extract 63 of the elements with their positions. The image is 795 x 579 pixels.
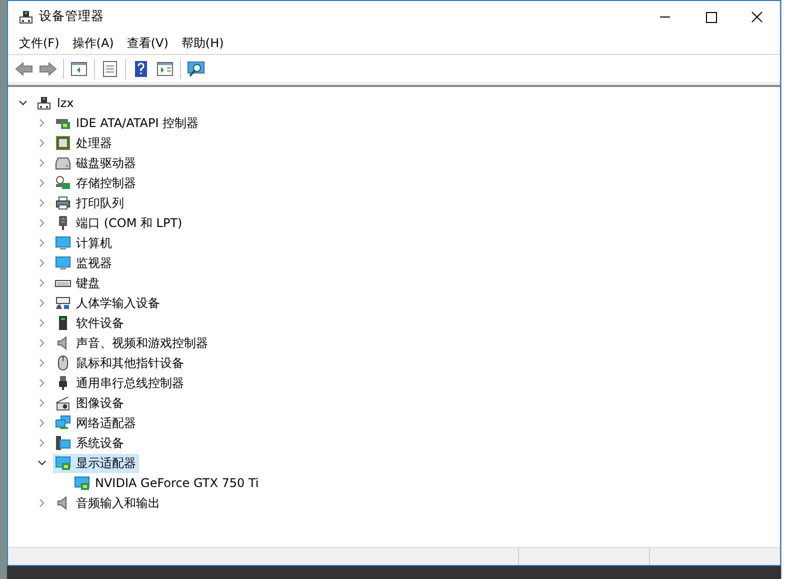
tree-item[interactable]: 键盘 [53,274,103,292]
expand-chevron-icon[interactable] [37,498,47,508]
tree-item[interactable]: 声音、视频和游戏控制器 [53,334,211,352]
tree-item[interactable]: 人体学输入设备 [53,294,163,312]
expand-chevron-icon[interactable] [37,338,47,348]
camera-icon [55,395,71,411]
collapse-chevron-icon[interactable] [18,98,28,108]
tree-item[interactable]: 图像设备 [53,394,127,412]
expand-chevron-icon[interactable] [37,178,47,188]
menu-item[interactable]: 操作(A) [67,32,119,54]
menu-item[interactable]: 文件(F) [14,32,64,54]
properties-icon[interactable] [100,58,120,78]
monitor-icon [55,255,71,271]
tree-item[interactable]: 磁盘驱动器 [53,154,139,172]
tree-item[interactable]: 网络适配器 [53,414,139,432]
device-manager-icon [18,8,34,24]
menu-item[interactable]: 帮助(H) [176,32,229,54]
expand-chevron-icon[interactable] [37,358,47,368]
expand-chevron-icon[interactable] [37,378,47,388]
network-monitors-icon [55,415,71,431]
tree-item[interactable]: 处理器 [53,134,115,152]
tree-item[interactable]: 计算机 [53,234,115,252]
expand-chevron-icon[interactable] [37,238,47,248]
tree-item[interactable]: 监视器 [53,254,115,272]
expand-chevron-icon[interactable] [37,138,47,148]
tree-item[interactable]: lzx [34,94,77,112]
tree-item[interactable]: 端口 (COM 和 LPT) [53,214,186,232]
tree-item[interactable]: 音频输入和输出 [53,494,163,512]
expand-chevron-icon[interactable] [37,198,47,208]
tree-item[interactable]: 鼠标和其他指针设备 [53,354,187,372]
computer-icon [55,435,71,451]
tree-item[interactable]: 软件设备 [53,314,127,332]
collapse-chevron-icon[interactable] [37,458,47,468]
expand-chevron-icon[interactable] [37,298,47,308]
tree-item[interactable]: 通用串行总线控制器 [53,374,187,392]
tree-item[interactable]: 打印队列 [53,194,127,212]
tree-item[interactable]: 显示适配器 [53,454,139,472]
menu-item[interactable]: 查看(V) [122,32,174,54]
expand-chevron-icon[interactable] [37,438,47,448]
expand-chevron-icon[interactable] [37,258,47,268]
expand-chevron-icon[interactable] [37,418,47,428]
tree-item[interactable]: NVIDIA GeForce GTX 750 Ti [72,474,262,492]
tree-item[interactable]: 系统设备 [53,434,127,452]
keyboard-joystick-icon [55,295,71,311]
window-title: 设备管理器 [39,8,104,25]
computer-tower-icon [36,95,52,111]
expand-chevron-icon[interactable] [37,398,47,408]
scan-monitor-icon[interactable] [186,58,206,78]
storage-controller-icon [55,175,71,191]
drive-icon [55,155,71,171]
expand-chevron-icon[interactable] [37,318,47,328]
monitor-card-icon [55,455,71,471]
tree-item[interactable]: IDE ATA/ATAPI 控制器 [53,114,202,132]
printer-icon [55,195,71,211]
chip-icon [55,135,71,151]
expand-chevron-icon[interactable] [37,218,47,228]
tree-item[interactable]: 存储控制器 [53,174,139,192]
monitor-card-icon [74,475,90,491]
expand-chevron-icon[interactable] [37,278,47,288]
expand-chevron-icon[interactable] [37,118,47,128]
expand-chevron-icon[interactable] [37,158,47,168]
monitor-icon [55,235,71,251]
mouse-icon [55,355,71,371]
